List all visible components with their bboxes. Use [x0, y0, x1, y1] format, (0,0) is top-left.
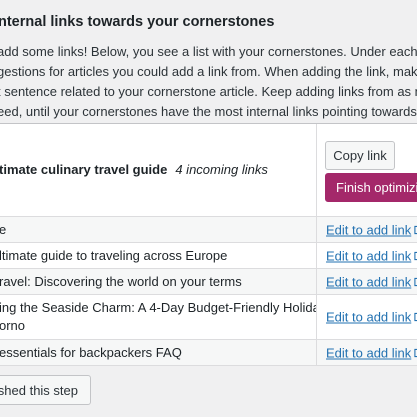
suggestion-action: Edit to add link [316, 340, 417, 365]
suggestion-title-line: e [0, 221, 7, 237]
suggestion-action: Edit to add link [316, 295, 417, 339]
suggestion-row: ravel: Discovering the world on your ter… [0, 269, 417, 295]
edit-link-label: Edit to add link [326, 309, 412, 325]
suggestion-action: Edit to add link [316, 269, 417, 294]
intro-line: t sentence related to your cornerstone a… [0, 84, 417, 99]
cornerstone-actions: Copy link Finish optimizing [316, 124, 417, 216]
suggestion-title: e [0, 217, 316, 242]
suggestion-title-line: essentials for backpackers FAQ [0, 344, 182, 360]
edit-to-add-link[interactable]: Edit to add link [326, 248, 417, 263]
intro-line: add some links! Below, you see a list wi… [0, 44, 417, 59]
cornerstone-row: timate culinary travel guide 4 incoming … [0, 124, 417, 217]
suggestion-action: Edit to add link [316, 217, 417, 242]
edit-link-label: Edit to add link [326, 222, 412, 237]
suggestion-title-line: ing the Seaside Charm: A 4-Day Budget-Fr… [0, 300, 316, 315]
edit-to-add-link[interactable]: Edit to add link [326, 274, 417, 289]
suggestion-title: ltimate guide to traveling across Europe [0, 243, 316, 268]
suggestion-row: essentials for backpackers FAQ Edit to a… [0, 340, 417, 366]
suggestion-row: ing the Seaside Charm: A 4-Day Budget-Fr… [0, 295, 417, 340]
finished-step-button[interactable]: nished this step [0, 375, 91, 405]
section-heading: nternal links towards your cornerstones [0, 14, 275, 30]
suggestion-title: essentials for backpackers FAQ [0, 340, 316, 365]
suggestion-row: ltimate guide to traveling across Europe… [0, 243, 417, 269]
suggestion-action: Edit to add link [316, 243, 417, 268]
edit-link-label: Edit to add link [326, 274, 412, 289]
intro-line: eed, until your cornerstones have the mo… [0, 104, 417, 119]
edit-to-add-link[interactable]: Edit to add link [326, 345, 417, 360]
copy-link-button[interactable]: Copy link [325, 141, 395, 170]
cornerstone-table: timate culinary travel guide 4 incoming … [0, 123, 417, 366]
intro-text: add some links! Below, you see a list wi… [0, 42, 417, 122]
suggestion-title: ing the Seaside Charm: A 4-Day Budget-Fr… [0, 295, 316, 339]
suggestion-title-line: ltimate guide to traveling across Europe [0, 247, 228, 263]
page: nternal links towards your cornerstones … [0, 0, 417, 417]
suggestion-title: ravel: Discovering the world on your ter… [0, 269, 316, 294]
intro-line: gestions for articles you could add a li… [0, 64, 417, 79]
suggestion-title-line: orno [0, 318, 26, 333]
finish-optimizing-button[interactable]: Finish optimizing [325, 173, 417, 202]
edit-link-label: Edit to add link [326, 345, 412, 360]
cornerstone-title: timate culinary travel guide [0, 162, 168, 177]
suggestion-row: e Edit to add link [0, 217, 417, 243]
edit-link-label: Edit to add link [326, 248, 412, 263]
edit-to-add-link[interactable]: Edit to add link [326, 310, 417, 325]
cornerstone-cell: timate culinary travel guide 4 incoming … [0, 124, 316, 216]
edit-to-add-link[interactable]: Edit to add link [326, 222, 417, 237]
incoming-links-count: 4 incoming links [175, 162, 268, 177]
suggestion-title-line: ravel: Discovering the world on your ter… [0, 273, 242, 289]
